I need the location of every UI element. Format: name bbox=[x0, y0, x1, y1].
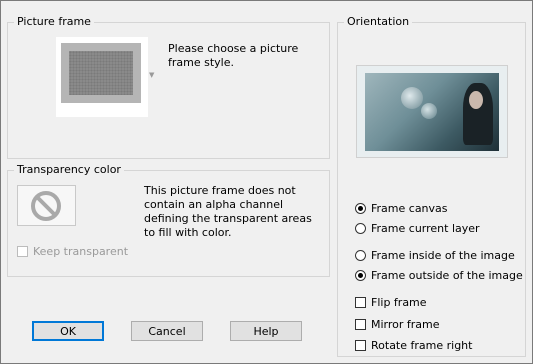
frame-border bbox=[61, 43, 141, 103]
picture-frame-dialog: Picture frame ▼ Please choose a picture … bbox=[0, 0, 533, 364]
orientation-preview-image bbox=[356, 65, 508, 158]
frame-style-dropdown-arrow-icon[interactable]: ▼ bbox=[149, 71, 154, 79]
help-button[interactable]: Help bbox=[230, 321, 302, 341]
transparency-description: This picture frame does not contain an a… bbox=[144, 184, 312, 239]
orientation-group: Orientation bbox=[337, 15, 526, 159]
keep-transparent-check-box[interactable] bbox=[17, 246, 28, 257]
preview-sphere-2 bbox=[421, 103, 437, 119]
transparency-color-group-title: Transparency color bbox=[14, 163, 124, 176]
ok-button[interactable]: OK bbox=[32, 321, 104, 341]
no-entry-icon bbox=[31, 191, 61, 221]
transparency-color-swatch bbox=[17, 185, 76, 226]
picture-frame-description: Please choose a picture frame style. bbox=[168, 42, 299, 69]
cancel-button-label: Cancel bbox=[148, 324, 186, 338]
frame-style-preview[interactable] bbox=[56, 37, 148, 117]
frame-inner-pattern bbox=[69, 51, 133, 95]
keep-transparent-label: Keep transparent bbox=[33, 245, 129, 258]
ok-button-label: OK bbox=[60, 324, 76, 338]
cancel-button[interactable]: Cancel bbox=[131, 321, 203, 341]
picture-frame-group: Picture frame ▼ Please choose a picture … bbox=[7, 15, 330, 159]
picture-frame-group-title: Picture frame bbox=[14, 15, 94, 28]
help-button-label: Help bbox=[253, 324, 279, 338]
keep-transparent-checkbox[interactable]: Keep transparent bbox=[17, 245, 128, 258]
preview-photo bbox=[365, 73, 499, 151]
preview-sphere-1 bbox=[401, 87, 423, 109]
orientation-group-lower-border bbox=[337, 159, 526, 357]
preview-face bbox=[469, 91, 483, 109]
orientation-group-title: Orientation bbox=[344, 15, 413, 28]
transparency-color-group: Transparency color This picture frame do… bbox=[7, 163, 330, 277]
